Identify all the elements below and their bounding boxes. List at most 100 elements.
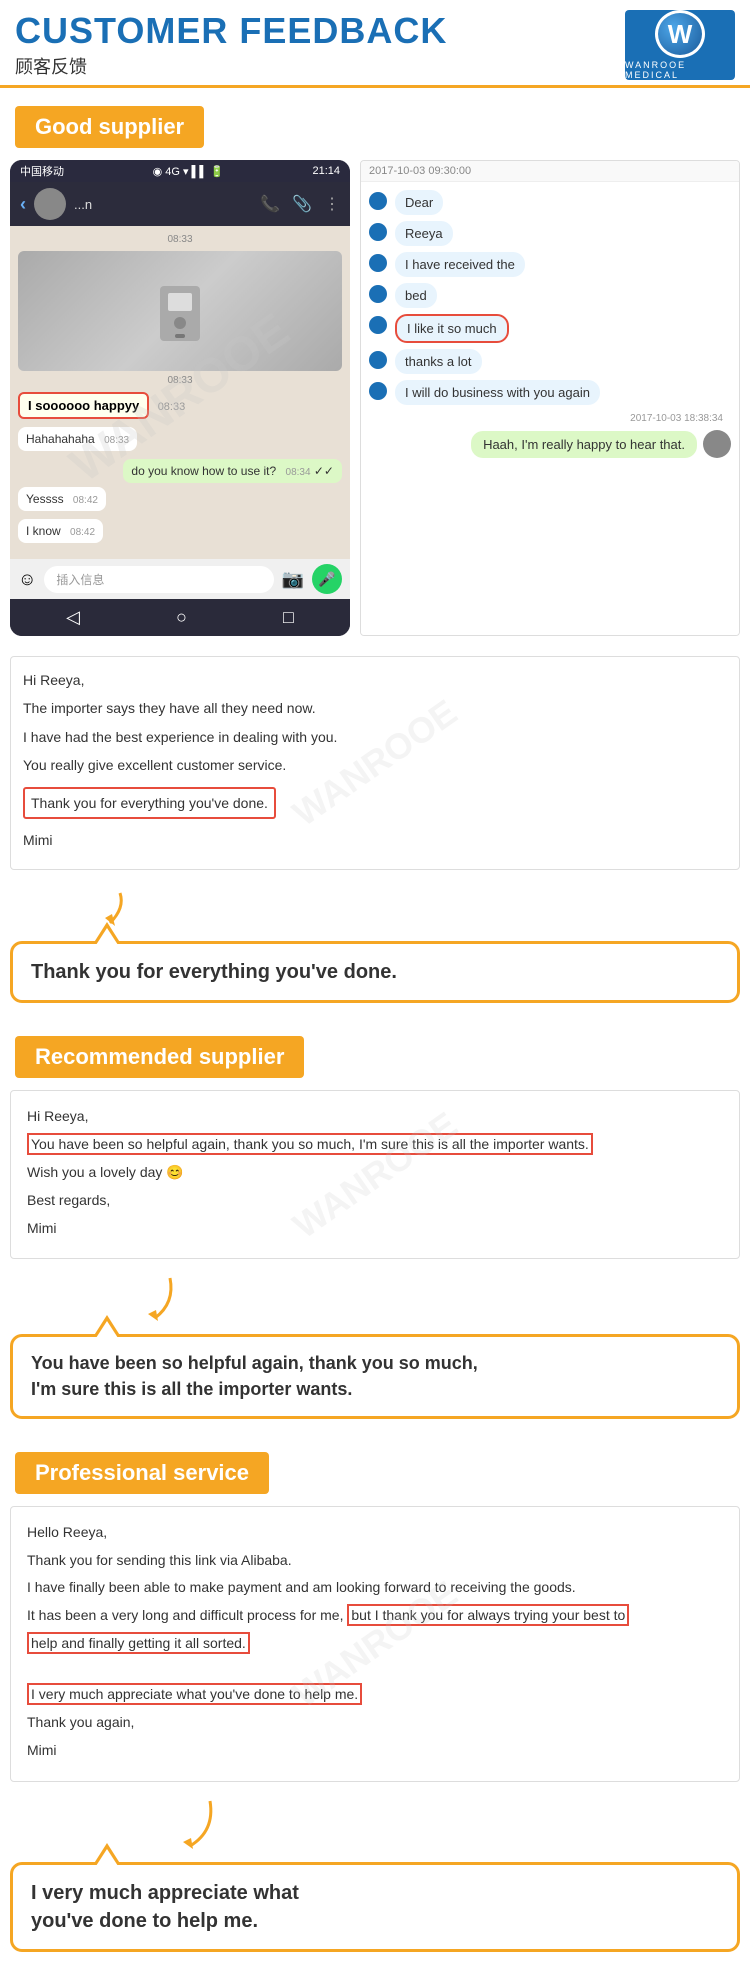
section1-callout: Thank you for everything you've done.: [10, 941, 740, 1003]
header-title-block: CUSTOMER FEEDBACK 顾客反馈: [15, 11, 447, 79]
call-icons: 📞 📎 ⋮: [260, 194, 340, 214]
msg-know: I know 08:42: [18, 519, 103, 543]
phone-status-bar: 中国移动 ◉ 4G ▾ ▌▌ 🔋 21:14: [10, 160, 350, 182]
emoji-icon[interactable]: ☺: [18, 569, 36, 590]
msg-dot-6: [369, 351, 387, 369]
section3-signature: Mimi: [27, 1739, 723, 1763]
section-recommended-supplier: Recommended supplier WANROOE Hi Reeya, Y…: [0, 1018, 750, 1433]
msg-do-you-know: do you know how to use it? 08:34 ✓✓: [123, 459, 342, 483]
msg-happy: I soooooo happyy: [18, 392, 149, 419]
phone-operator: 中国移动: [20, 163, 64, 179]
section2-regards: Best regards,: [27, 1189, 723, 1213]
signature1: Mimi: [23, 829, 727, 851]
section1-label: Good supplier: [15, 106, 204, 148]
msg-dot-1: [369, 192, 387, 210]
section2-label: Recommended supplier: [15, 1036, 304, 1078]
section2-callout-text: You have been so helpful again, thank yo…: [31, 1353, 478, 1398]
highlighted-thank-you: Thank you for everything you've done.: [23, 787, 276, 819]
msg-row-like: I like it so much: [369, 314, 731, 343]
msg-row-haah: Haah, I'm really happy to hear that.: [369, 430, 731, 458]
chat-input-field[interactable]: 插入信息: [44, 566, 273, 593]
msg-dot-7: [369, 382, 387, 400]
section3-highlighted-1: but I thank you for always trying your b…: [347, 1604, 629, 1626]
msg-row-dear: Dear: [369, 190, 731, 215]
section3-label: Professional service: [15, 1452, 269, 1494]
msg-dear: Dear: [395, 190, 443, 215]
section2-callout: You have been so helpful again, thank yo…: [10, 1334, 740, 1418]
chat-input-bar: ☺ 插入信息 📷 🎤: [10, 559, 350, 599]
text-line1: The importer says they have all they nee…: [23, 697, 727, 719]
msg-will-do: I will do business with you again: [395, 380, 600, 405]
subtitle: 顾客反馈: [15, 53, 447, 79]
sent-avatar: [703, 430, 731, 458]
section3-line6: Thank you again,: [27, 1711, 723, 1735]
main-title: CUSTOMER FEEDBACK: [15, 11, 447, 51]
section3-callout-arrow-icon: [120, 1796, 220, 1851]
chat-row-yes: Yessss 08:42: [18, 487, 342, 515]
logo-text: WANROOE MEDICAL: [625, 60, 735, 80]
back-arrow-icon[interactable]: ‹: [20, 194, 26, 215]
msg-haah: Haah, I'm really happy to hear that.: [471, 431, 697, 458]
chat-time-img: 08:33: [18, 375, 342, 386]
contact-avatar: [34, 188, 66, 220]
msg-time: 2017-10-03 18:38:34: [369, 411, 731, 426]
right-chat-panel: 2017-10-03 09:30:00 Dear Reeya I have re…: [360, 160, 740, 636]
msg-thanks-lot: thanks a lot: [395, 349, 482, 374]
chat-image-placeholder: [18, 251, 342, 371]
section3-email-block: WANROOE Hello Reeya, Thank you for sendi…: [10, 1506, 740, 1782]
msg-bed: bed: [395, 283, 437, 308]
section3-greeting: Hello Reeya,: [27, 1521, 723, 1545]
right-chat-body: Dear Reeya I have received the bed I lik…: [361, 182, 739, 635]
logo-box: WANROOE MEDICAL: [625, 10, 735, 80]
section2-highlighted-span: You have been so helpful again, thank yo…: [27, 1133, 593, 1155]
msg-row-thanks: thanks a lot: [369, 349, 731, 374]
text-line3: You really give excellent customer servi…: [23, 754, 727, 776]
home-nav-icon[interactable]: ○: [176, 607, 187, 628]
phone-time: 21:14: [312, 165, 340, 177]
section3-line1: Thank you for sending this link via Alib…: [27, 1549, 723, 1573]
more-icon[interactable]: ⋮: [324, 194, 340, 214]
back-nav-icon[interactable]: ◁: [66, 607, 80, 628]
msg-yes: Yessss 08:42: [18, 487, 106, 511]
phone-status-icons: ◉ 4G ▾ ▌▌ 🔋: [153, 165, 224, 178]
page-header: CUSTOMER FEEDBACK 顾客反馈 WANROOE MEDICAL: [0, 0, 750, 88]
section3-line4: help and finally getting it all sorted.: [27, 1632, 723, 1656]
mic-button[interactable]: 🎤: [312, 564, 342, 594]
chat-row-haha: Hahahahaha 08:33: [18, 427, 342, 455]
phone-mockup: 中国移动 ◉ 4G ▾ ▌▌ 🔋 21:14 ‹ ...n 📞 📎 ⋮ 08:3…: [10, 160, 350, 636]
msg-like: I like it so much: [395, 314, 509, 343]
text-highlighted: Thank you for everything you've done.: [23, 783, 727, 823]
section3-highlighted-2: help and finally getting it all sorted.: [27, 1632, 250, 1654]
section3-callout-text: I very much appreciate whatyou've done t…: [31, 1882, 299, 1932]
camera-icon[interactable]: 📷: [282, 569, 304, 590]
section2-highlighted-line: You have been so helpful again, thank yo…: [27, 1133, 723, 1157]
section3-callout: I very much appreciate whatyou've done t…: [10, 1862, 740, 1952]
logo-globe-icon: [655, 10, 705, 58]
section3-line5: I very much appreciate what you've done …: [27, 1683, 723, 1707]
msg-haha: Hahahahaha 08:33: [18, 427, 137, 451]
section3-line2: I have finally been able to make payment…: [27, 1576, 723, 1600]
msg-row-will-do: I will do business with you again: [369, 380, 731, 405]
chat-row-know: I know 08:42: [18, 519, 342, 547]
section-good-supplier: Good supplier 中国移动 ◉ 4G ▾ ▌▌ 🔋 21:14 ‹ .…: [0, 88, 750, 1018]
contact-name: ...n: [74, 197, 92, 212]
msg-happy-time: 08:33: [158, 401, 186, 413]
chat-time-1: 08:33: [18, 234, 342, 245]
msg-haha-time: 08:33: [104, 435, 129, 446]
chat-row-happy: I soooooo happyy 08:33: [18, 392, 342, 423]
msg-dot-5: [369, 316, 387, 334]
recent-nav-icon[interactable]: □: [283, 607, 294, 628]
phone-chat-body: 08:33 08:33 I soooooo h: [10, 226, 350, 559]
section3-highlighted-3: I very much appreciate what you've done …: [27, 1683, 362, 1705]
chat-image: [18, 251, 342, 371]
video-call-icon[interactable]: 📎: [292, 194, 312, 214]
msg-dot-2: [369, 223, 387, 241]
right-chat-header-time: 2017-10-03 09:30:00: [361, 161, 739, 182]
phone-chat-header: ‹ ...n 📞 📎 ⋮: [10, 182, 350, 226]
phone-nav-bar: ◁ ○ □: [10, 599, 350, 636]
phone-call-icon[interactable]: 📞: [260, 194, 280, 214]
msg-received: I have received the: [395, 252, 525, 277]
msg-dot-3: [369, 254, 387, 272]
section1-row: 中国移动 ◉ 4G ▾ ▌▌ 🔋 21:14 ‹ ...n 📞 📎 ⋮ 08:3…: [10, 160, 740, 636]
greeting1: Hi Reeya,: [23, 669, 727, 691]
